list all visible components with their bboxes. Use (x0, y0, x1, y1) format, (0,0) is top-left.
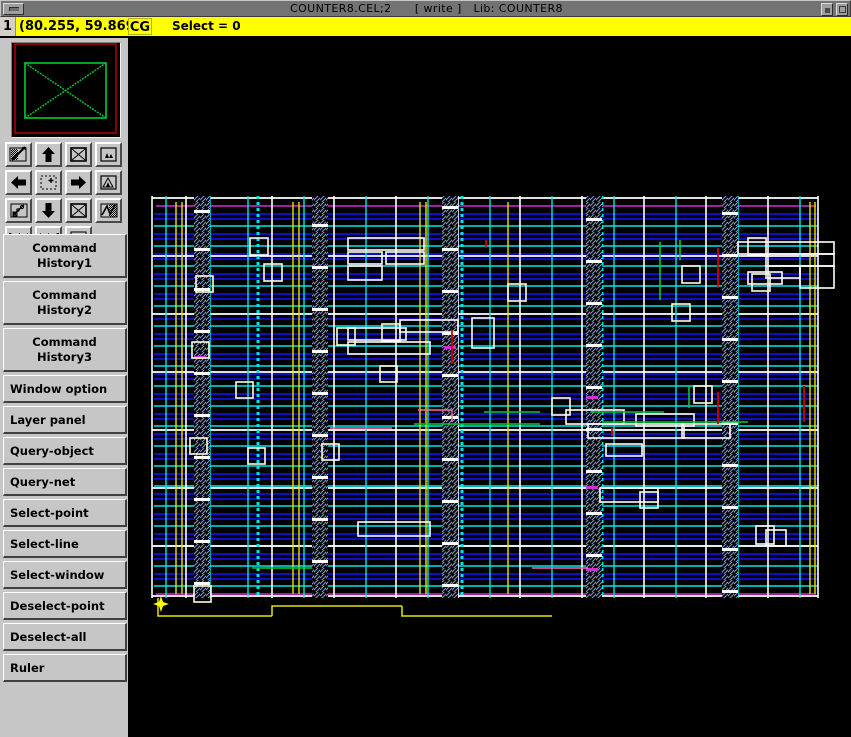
zoom-previous-icon[interactable] (95, 198, 122, 223)
application-window: COUNTER8.CEL;2 [ write ] Lib: COUNTER8 1… (0, 0, 851, 737)
deselect-point-button[interactable]: Deselect-point (3, 592, 127, 620)
zoom-all-icon[interactable] (65, 198, 92, 223)
pan-down-icon[interactable] (35, 198, 62, 223)
status-bar: 1 (80.255, 59.869) CG Select = 0 (0, 17, 851, 37)
view-thumbnail[interactable] (11, 42, 121, 138)
selection-count: Select = 0 (172, 17, 241, 36)
pan-right-icon[interactable] (65, 170, 92, 195)
select-line-button[interactable]: Select-line (3, 530, 127, 558)
command-history-3-line2: History3 (37, 350, 92, 365)
view-number: 1 (0, 17, 16, 36)
title-bar: COUNTER8.CEL;2 [ write ] Lib: COUNTER8 (0, 0, 851, 17)
command-history-1[interactable]: Command History1 (3, 234, 127, 278)
layer-panel-button[interactable]: Layer panel (3, 406, 127, 434)
window-option-button[interactable]: Window option (3, 375, 127, 403)
query-net-button[interactable]: Query-net (3, 468, 127, 496)
command-history-3[interactable]: Command History3 (3, 328, 127, 372)
command-history-1-line1: Command (32, 241, 97, 256)
select-point-button[interactable]: Select-point (3, 499, 127, 527)
layout-drawing (132, 38, 851, 737)
command-history-2-line2: History2 (37, 303, 92, 318)
redraw-icon[interactable] (5, 198, 32, 223)
window-controls (821, 3, 848, 16)
maximize-icon[interactable] (836, 3, 848, 16)
zoom-fit-icon[interactable] (65, 142, 92, 167)
mode-indicator[interactable]: CG (128, 18, 152, 35)
command-history-2-line1: Command (32, 288, 97, 303)
layout-canvas[interactable] (132, 38, 851, 737)
query-object-button[interactable]: Query-object (3, 437, 127, 465)
toolbar-row-3 (5, 198, 127, 223)
command-history-1-line2: History1 (37, 256, 92, 271)
cursor-coordinates: (80.255, 59.869) (19, 17, 141, 36)
command-history-3-line1: Command (32, 335, 97, 350)
zoom-window-icon[interactable] (35, 170, 62, 195)
zoom-region-icon[interactable] (5, 142, 32, 167)
zoom-out-icon[interactable] (95, 170, 122, 195)
minimize-icon[interactable] (821, 3, 833, 16)
toolbar-row-1 (5, 142, 127, 167)
deselect-all-button[interactable]: Deselect-all (3, 623, 127, 651)
command-history-2[interactable]: Command History2 (3, 281, 127, 325)
pan-up-icon[interactable] (35, 142, 62, 167)
ruler-button[interactable]: Ruler (3, 654, 127, 682)
left-panel: Command History1 Command History2 Comman… (0, 38, 130, 737)
pan-left-icon[interactable] (5, 170, 32, 195)
window-title: COUNTER8.CEL;2 [ write ] Lib: COUNTER8 (1, 1, 851, 18)
select-window-button[interactable]: Select-window (3, 561, 127, 589)
toolbar-row-2 (5, 170, 127, 195)
zoom-in-icon[interactable] (95, 142, 122, 167)
command-list: Command History1 Command History2 Comman… (3, 234, 127, 685)
